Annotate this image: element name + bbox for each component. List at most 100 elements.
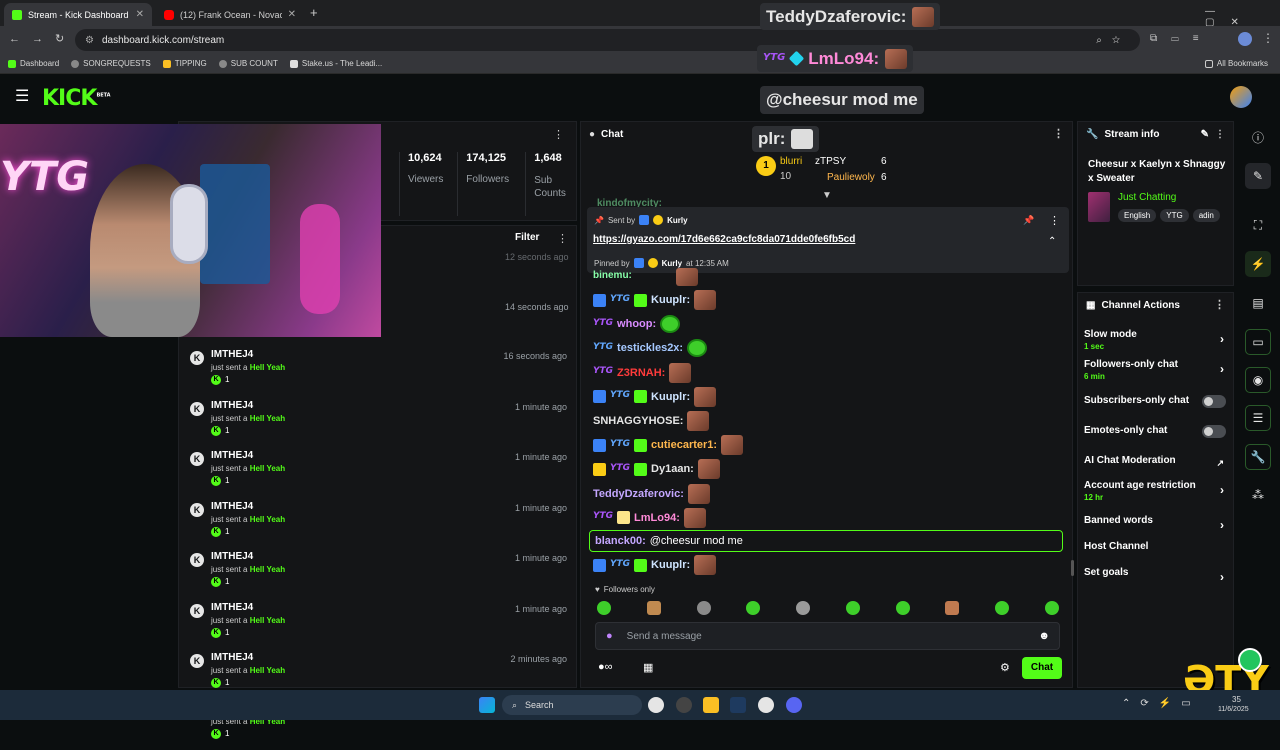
channel-action-item[interactable]: Banned words › [1084,515,1229,532]
emote-button[interactable] [646,601,661,615]
channel-action-item[interactable]: Account age restriction 12 hr › [1084,480,1229,506]
filter-button[interactable]: Filter [515,232,539,243]
emoji-picker-icon[interactable]: ☻ [1038,630,1050,642]
all-bookmarks-button[interactable]: All Bookmarks [1204,59,1268,68]
unpin-icon[interactable]: 📌 [1023,215,1034,226]
emote-button[interactable] [995,601,1010,615]
bookmark-sub-count[interactable]: SUB COUNT [218,59,278,68]
chat-username[interactable]: Dy1aan: [651,463,694,475]
window-controls[interactable]: —▢✕ [1205,6,1280,28]
lightning-icon[interactable]: ⚡ [1245,251,1271,277]
chevron-right-icon[interactable]: › [1220,362,1224,376]
bookmark-dashboard[interactable]: Dashboard [8,59,59,68]
channel-action-item[interactable]: Emotes-only chat [1084,425,1229,441]
extensions-icons[interactable]: ⧉▭≡ [1150,33,1213,44]
info-icon[interactable]: ⓘ [1245,124,1271,150]
stats-menu-icon[interactable]: ⋮ [553,128,564,141]
chevron-right-icon[interactable]: › [1220,332,1224,346]
activity-username[interactable]: IMTHEJ4 [211,349,253,360]
emote-button[interactable] [746,601,761,615]
activity-username[interactable]: IMTHEJ4 [211,551,253,562]
category-thumbnail[interactable] [1088,192,1110,222]
channel-action-item[interactable]: Slow mode 1 sec › [1084,329,1229,355]
chat-username[interactable]: Kuuplr: [651,294,690,306]
chat-menu-icon[interactable]: ⋮ [1053,128,1064,140]
chat-username[interactable]: cutiecarter1: [651,439,717,451]
activity-username[interactable]: IMTHEJ4 [211,602,253,613]
chat-username[interactable]: whoop: [617,318,656,330]
activity-username[interactable]: IMTHEJ4 [211,400,253,411]
emote-button[interactable] [895,601,910,615]
chat-settings-icon[interactable]: ⚙ [1000,661,1010,674]
address-bar[interactable]: ⚙ dashboard.kick.com/stream ⌕☆ [75,29,1140,51]
tab-youtube[interactable]: (12) Frank Ocean - Novacane ( ✕ [156,3,304,26]
chat-username[interactable]: Kuuplr: [651,559,690,571]
leader-name[interactable]: zTPSY [815,156,846,167]
chat-scrollbar[interactable] [1071,560,1074,576]
channel-action-item[interactable]: Set goals › [1084,567,1229,584]
discord-icon[interactable] [786,697,802,713]
channel-action-item[interactable]: Host Channel [1084,541,1229,557]
user-avatar[interactable] [1230,86,1252,108]
browser-menu-icon[interactable]: ⋮ [1262,31,1274,45]
chat-username[interactable]: TeddyDzaferovic: [593,488,684,500]
chat-username[interactable]: Kuuplr: [651,391,690,403]
taskbar-search[interactable]: ⌕ Search [502,695,642,715]
bookmark-stake[interactable]: Stake.us - The Leadi... [289,59,382,68]
fullscreen-icon[interactable]: ⛶ [1245,212,1271,238]
tag-chip[interactable]: adin [1192,209,1220,222]
close-tab-icon[interactable]: ✕ [288,9,296,20]
system-tray-icons[interactable]: ⌃⟳⚡▭ [1122,698,1201,709]
tab-kick-dashboard[interactable]: Stream - Kick Dashboard ✕ [4,3,152,26]
collapse-leaderboard-icon[interactable]: ▼ [822,190,832,201]
chat-username[interactable]: testickles2x: [617,342,683,354]
taskbar-clock[interactable]: 35 [1232,695,1241,704]
chrome-icon[interactable] [758,697,774,713]
chat-username[interactable]: blanck00: [595,535,646,547]
microphone-icon[interactable]: ● [606,630,613,642]
tools-icon[interactable]: 🔧 [1245,444,1271,470]
channel-action-item[interactable]: AI Chat Moderation ↗ [1084,455,1229,471]
bookmark-tipping[interactable]: TIPPING [162,59,207,68]
channel-actions-menu-icon[interactable]: ⋮ [1214,299,1225,311]
file-explorer-icon[interactable] [703,697,719,713]
collapse-pin-icon[interactable]: ⌃ [1048,236,1056,247]
new-tab-button[interactable]: + [310,5,318,20]
store-icon[interactable]: ▦ [643,661,653,674]
activity-menu-icon[interactable]: ⋮ [557,232,568,245]
steam-icon[interactable] [730,697,746,713]
site-info-icon[interactable]: ⚙ [85,35,94,46]
list-icon[interactable]: ☰ [1245,405,1271,431]
chat-input[interactable]: ● Send a message ☻ [595,622,1060,650]
hamburger-menu-icon[interactable]: ☰ [15,86,29,106]
category-name[interactable]: Just Chatting [1118,192,1176,203]
leader-name[interactable]: Pauliewoly [827,172,875,183]
chevron-right-icon[interactable]: › [1220,483,1224,497]
tag-chip[interactable]: YTG [1160,209,1189,222]
channel-action-item[interactable]: Followers-only chat 6 min › [1084,359,1229,385]
nav-buttons[interactable]: ←→↻ [9,32,76,45]
stream-info-menu-icon[interactable]: ⋮ [1215,129,1225,140]
emote-button[interactable] [597,601,611,615]
document-icon[interactable]: ▤ [1245,290,1271,316]
emote-button[interactable] [945,601,960,615]
activity-username[interactable]: IMTHEJ4 [211,450,253,461]
edit-stream-icon[interactable]: ✎ [1245,163,1271,189]
kick-logo[interactable]: KICKBETA [42,86,111,111]
chat-username[interactable]: Z3RNAH: [617,367,665,379]
toggle-switch[interactable] [1202,425,1226,438]
emote-button[interactable] [845,601,860,615]
toggle-switch[interactable] [1202,395,1226,408]
dots-cluster-icon[interactable]: ⁂ [1245,482,1271,508]
activity-username[interactable]: IMTHEJ4 [211,652,253,663]
chat-username[interactable]: LmLo94: [634,512,680,524]
emote-button[interactable] [696,601,711,615]
chevron-right-icon[interactable]: › [1220,570,1224,584]
edit-icon[interactable]: ✎ [1201,129,1209,140]
close-tab-icon[interactable]: ✕ [136,9,144,20]
activity-username[interactable]: IMTHEJ4 [211,501,253,512]
windows-start-icon[interactable] [479,697,495,713]
chat-icon[interactable]: ▭ [1245,329,1271,355]
bookmark-songrequests[interactable]: SONGREQUESTS [71,59,151,68]
pinned-menu-icon[interactable]: ⋮ [1049,214,1060,227]
